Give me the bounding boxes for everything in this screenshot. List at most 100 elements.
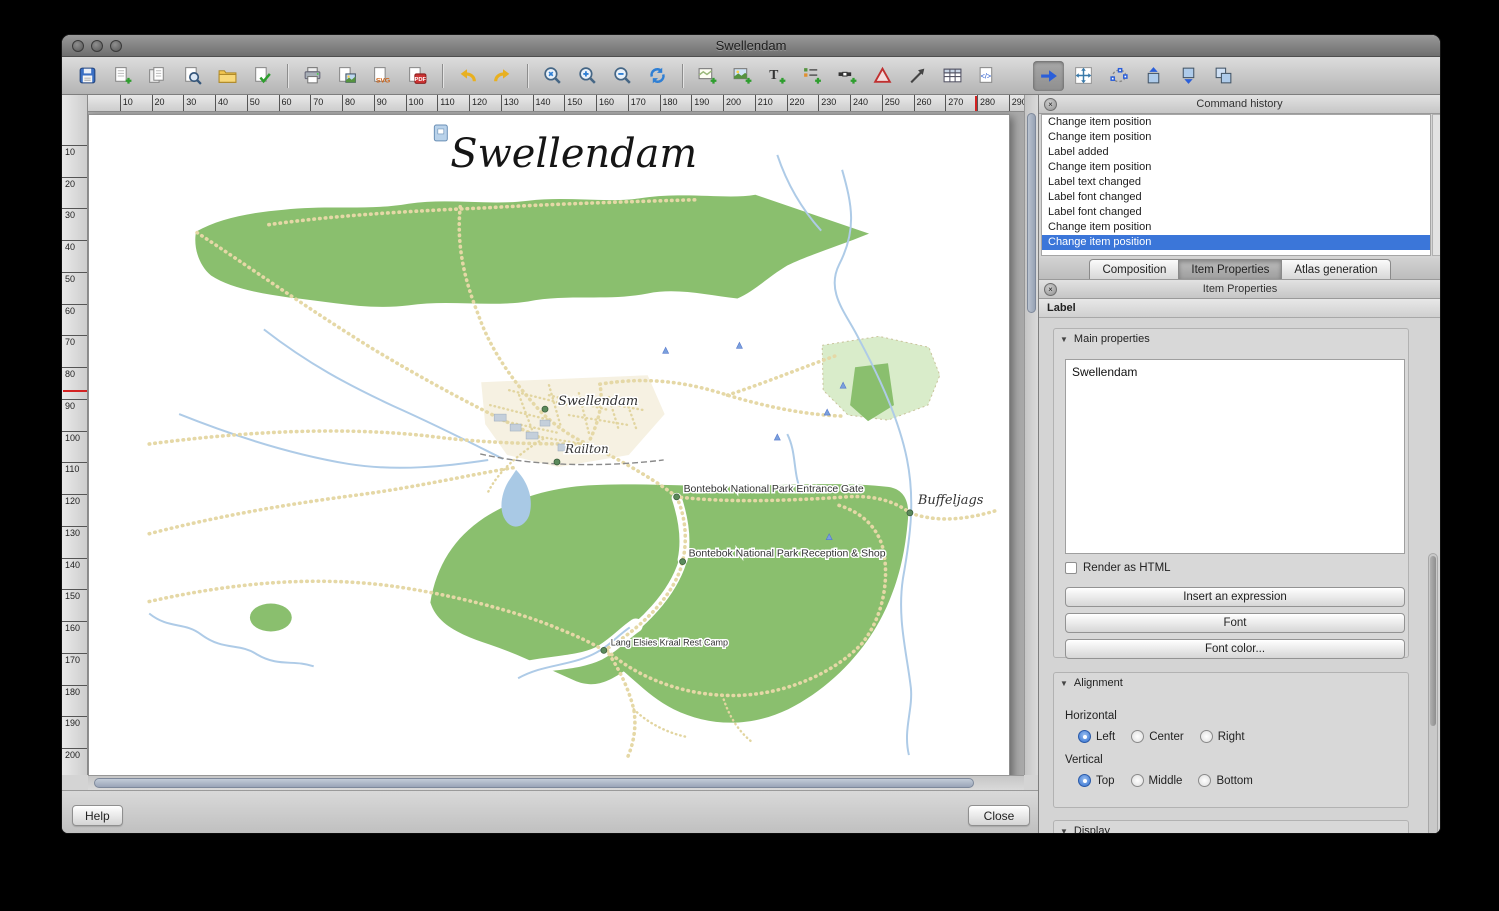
export-svg-button[interactable]: SVG — [367, 61, 398, 91]
edit-nodes-item-button[interactable] — [1103, 61, 1134, 91]
ruler-mark: 170 — [62, 653, 87, 685]
render-as-html-row[interactable]: Render as HTML — [1065, 562, 1171, 574]
radio-center-control[interactable] — [1131, 730, 1144, 743]
properties-scrollbar[interactable] — [1428, 553, 1438, 833]
command-history-item[interactable]: Label font changed — [1042, 190, 1430, 205]
command-history-item[interactable]: Change item position — [1042, 220, 1430, 235]
add-html-frame-button[interactable]: </> — [972, 61, 1003, 91]
canvas-vscroll-thumb[interactable] — [1027, 113, 1036, 313]
tab-composition[interactable]: Composition — [1089, 259, 1179, 279]
composition-manager-icon — [182, 65, 203, 86]
minimize-window-button[interactable] — [91, 40, 103, 52]
font-color-button[interactable]: Font color... — [1065, 639, 1405, 659]
radio-left[interactable]: Left — [1078, 730, 1115, 743]
command-history-item[interactable]: Change item position — [1042, 235, 1430, 250]
close-item-properties-icon[interactable]: × — [1044, 283, 1057, 296]
add-label-button[interactable]: T — [762, 61, 793, 91]
new-composition-button[interactable] — [107, 61, 138, 91]
select-move-item-button[interactable] — [1033, 61, 1064, 91]
ruler-mark: 250 — [882, 95, 914, 111]
ruler-mark: 180 — [62, 685, 87, 717]
save-project-button[interactable] — [72, 61, 103, 91]
properties-scroll-thumb[interactable] — [1430, 556, 1436, 726]
help-button[interactable]: Help — [72, 805, 123, 826]
render-as-html-checkbox[interactable] — [1065, 562, 1077, 574]
ruler-mark: 260 — [914, 95, 946, 111]
canvas-hscroll-thumb[interactable] — [94, 778, 974, 788]
canvas-vertical-scrollbar[interactable] — [1024, 95, 1038, 775]
toolbar-icons: SVG PDF T </> — [62, 57, 1440, 95]
ruler-mark: 110 — [62, 462, 87, 494]
svg-text:SVG: SVG — [376, 77, 390, 84]
lower-items-button[interactable] — [1173, 61, 1204, 91]
map-canvas[interactable]: Swellendam Railton Bontebok National Par… — [89, 115, 1009, 775]
add-shape-button[interactable] — [867, 61, 898, 91]
add-arrow-button[interactable] — [902, 61, 933, 91]
add-map-icon — [697, 65, 718, 86]
insert-expression-button[interactable]: Insert an expression — [1065, 587, 1405, 607]
horizontal-label: Horizontal — [1065, 710, 1117, 722]
command-history-item[interactable]: Change item position — [1042, 115, 1430, 130]
raise-items-button[interactable] — [1138, 61, 1169, 91]
tab-item-properties[interactable]: Item Properties — [1179, 259, 1282, 279]
composition-page[interactable]: Swellendam Railton Bontebok National Par… — [88, 114, 1010, 775]
radio-top-control[interactable] — [1078, 774, 1091, 787]
ruler-vertical: 1020304050607080901001101201301401501601… — [62, 95, 88, 775]
group-items-button[interactable] — [1208, 61, 1239, 91]
export-pdf-button[interactable]: PDF — [402, 61, 433, 91]
ruler-mark: 200 — [723, 95, 755, 111]
ruler-mark: 210 — [755, 95, 787, 111]
radio-bottom[interactable]: Bottom — [1198, 774, 1252, 787]
radio-center[interactable]: Center — [1131, 730, 1184, 743]
refresh-view-button[interactable] — [642, 61, 673, 91]
main-properties-disclosure[interactable]: ▼Main properties — [1054, 329, 1408, 347]
font-button[interactable]: Font — [1065, 613, 1405, 633]
radio-middle-control[interactable] — [1131, 774, 1144, 787]
radio-bottom-control[interactable] — [1198, 774, 1211, 787]
radio-left-control[interactable] — [1078, 730, 1091, 743]
zoom-out-button[interactable] — [607, 61, 638, 91]
undo-button[interactable] — [452, 61, 483, 91]
add-scalebar-button[interactable] — [832, 61, 863, 91]
canvas-horizontal-scrollbar[interactable] — [88, 775, 1024, 790]
radio-right-control[interactable] — [1200, 730, 1213, 743]
add-image-button[interactable] — [727, 61, 758, 91]
composition-canvas[interactable]: Swellendam Railton Bontebok National Par… — [88, 112, 1024, 775]
map-title-item[interactable]: Swellendam — [434, 125, 697, 177]
redo-button[interactable] — [487, 61, 518, 91]
ruler-mark: 170 — [628, 95, 660, 111]
tab-atlas-generation[interactable]: Atlas generation — [1282, 259, 1390, 279]
add-legend-button[interactable] — [797, 61, 828, 91]
export-image-button[interactable] — [332, 61, 363, 91]
command-history-item[interactable]: Label added — [1042, 145, 1430, 160]
composition-manager-button[interactable] — [177, 61, 208, 91]
alignment-disclosure[interactable]: ▼Alignment — [1054, 673, 1408, 691]
export-pdf-icon: PDF — [407, 65, 428, 86]
label-text-input[interactable]: Swellendam — [1065, 359, 1405, 554]
move-item-content-icon — [1073, 65, 1094, 86]
zoom-in-icon — [577, 65, 598, 86]
command-history-item[interactable]: Label font changed — [1042, 205, 1430, 220]
next-section-disclosure[interactable]: ▼Display — [1054, 821, 1408, 833]
command-history-scrollbar[interactable] — [1432, 114, 1440, 256]
radio-top[interactable]: Top — [1078, 774, 1115, 787]
close-window-button[interactable] — [72, 40, 84, 52]
print-button[interactable] — [297, 61, 328, 91]
close-panel-icon[interactable]: × — [1044, 98, 1057, 111]
command-history-item[interactable]: Change item position — [1042, 130, 1430, 145]
command-history-item[interactable]: Label text changed — [1042, 175, 1430, 190]
radio-middle[interactable]: Middle — [1131, 774, 1183, 787]
add-attribute-table-button[interactable] — [937, 61, 968, 91]
zoom-full-button[interactable] — [537, 61, 568, 91]
zoom-window-button[interactable] — [110, 40, 122, 52]
add-map-button[interactable] — [692, 61, 723, 91]
move-item-content-button[interactable] — [1068, 61, 1099, 91]
close-button[interactable]: Close — [968, 805, 1030, 826]
command-history-item[interactable]: Change item position — [1042, 160, 1430, 175]
radio-right[interactable]: Right — [1200, 730, 1245, 743]
zoom-in-button[interactable] — [572, 61, 603, 91]
open-template-button[interactable] — [212, 61, 243, 91]
duplicate-composition-button[interactable] — [142, 61, 173, 91]
save-as-template-button[interactable] — [247, 61, 278, 91]
add-arrow-icon — [907, 65, 928, 86]
